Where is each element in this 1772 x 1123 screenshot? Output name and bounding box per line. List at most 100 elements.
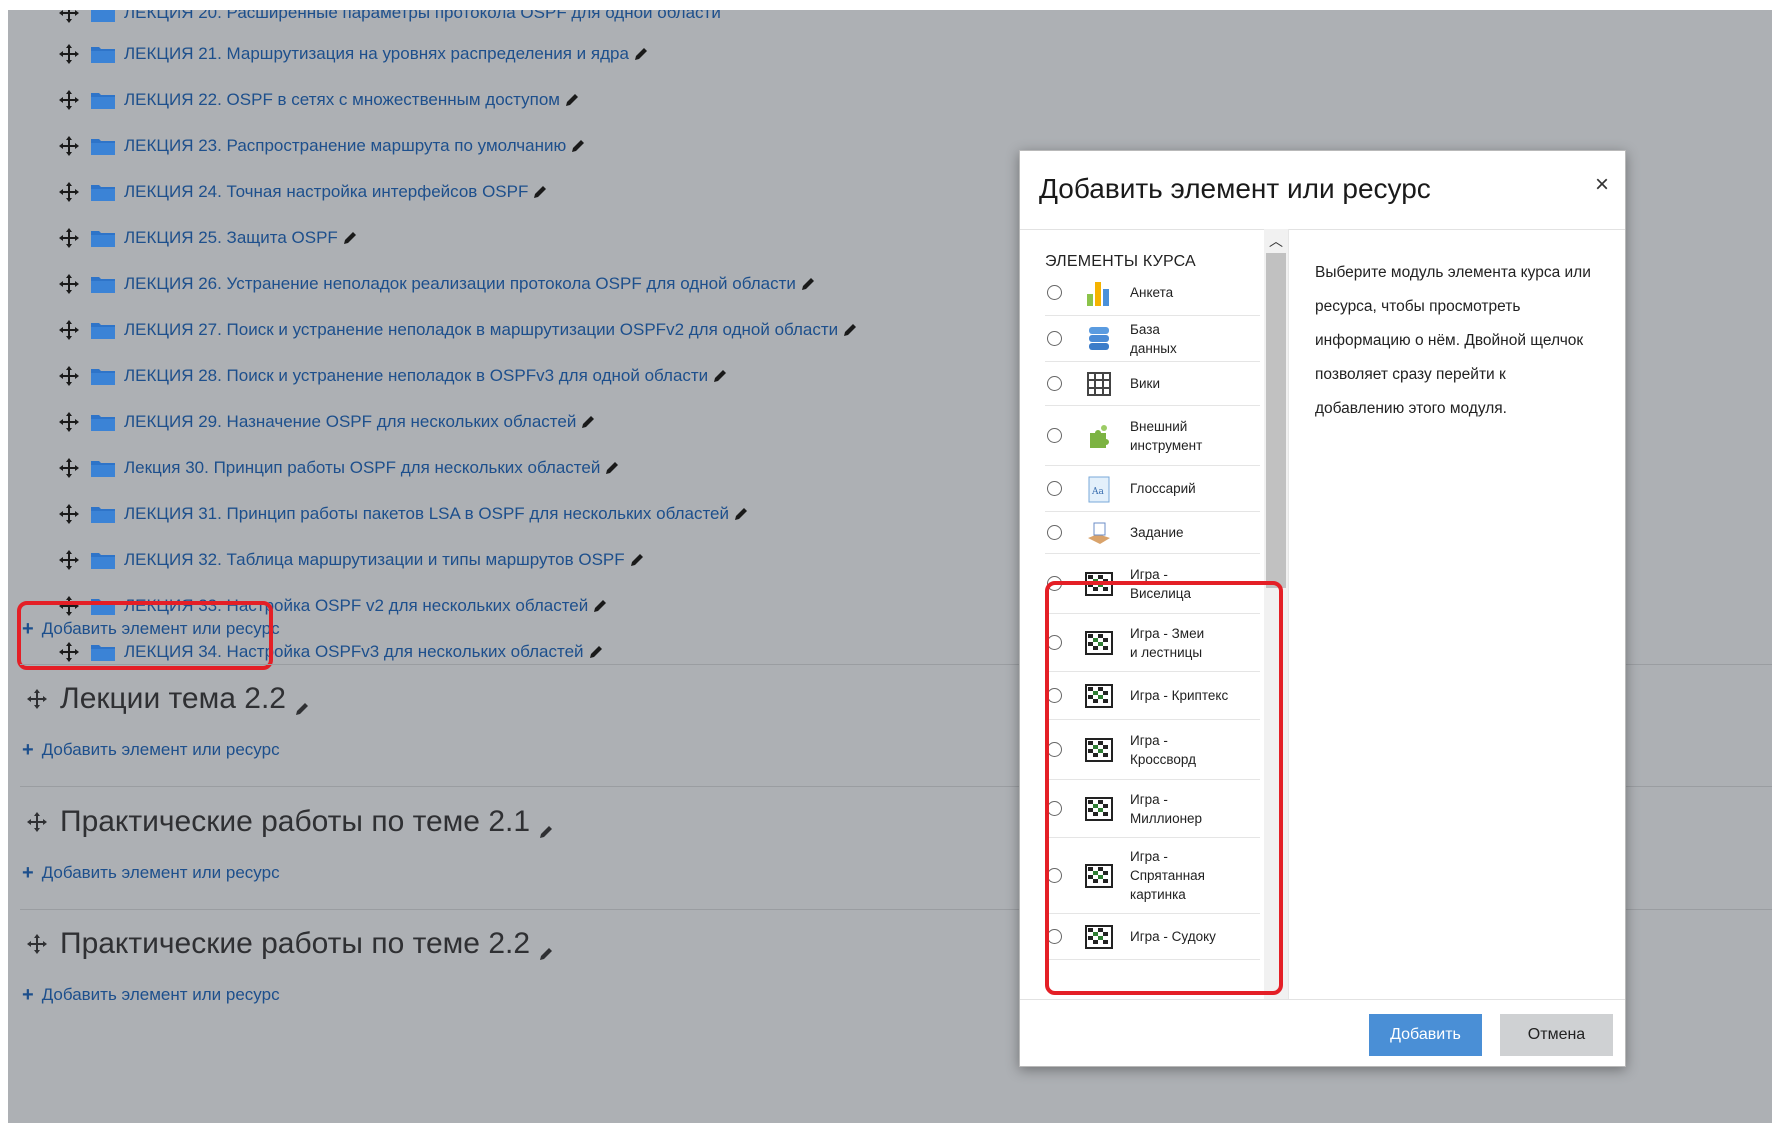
lecture-item[interactable]: ЛЕКЦИЯ 27. Поиск и устранение неполадок …	[58, 315, 858, 345]
section-name: Лекции тема 2.2	[60, 682, 286, 715]
option-label: Задание	[1130, 525, 1184, 540]
module-option[interactable]: Анкета	[1045, 270, 1260, 316]
lecture-link[interactable]: ЛЕКЦИЯ 24. Точная настройка интерфейсов …	[124, 182, 528, 202]
pencil-icon[interactable]	[580, 414, 596, 430]
pencil-icon[interactable]	[633, 46, 649, 62]
add-resource-label[interactable]: Добавить элемент или ресурс	[42, 863, 280, 883]
lecture-link[interactable]: ЛЕКЦИЯ 22. OSPF в сетях с множественным …	[124, 90, 560, 110]
lecture-item[interactable]: ЛЕКЦИЯ 21. Маршрутизация на уровнях расп…	[58, 39, 649, 69]
lecture-link[interactable]: ЛЕКЦИЯ 27. Поиск и устранение неполадок …	[124, 320, 838, 340]
pencil-icon[interactable]	[538, 814, 554, 838]
move-icon[interactable]	[58, 365, 80, 387]
add-resource-link[interactable]: + Добавить элемент или ресурс	[22, 860, 280, 886]
lecture-item[interactable]: ЛЕКЦИЯ 25. Защита OSPF	[58, 223, 358, 253]
module-option[interactable]: База данных	[1045, 316, 1260, 362]
lecture-item[interactable]: ЛЕКЦИЯ 28. Поиск и устранение неполадок …	[58, 361, 728, 391]
add-resource-label[interactable]: Добавить элемент или ресурс	[42, 985, 280, 1005]
pencil-icon[interactable]	[629, 552, 645, 568]
pencil-icon[interactable]	[564, 92, 580, 108]
lecture-link[interactable]: ЛЕКЦИЯ 21. Маршрутизация на уровнях расп…	[124, 44, 629, 64]
section-title: Практические работы по теме 2.1	[26, 802, 554, 842]
options-heading: ЭЛЕМЕНТЫ КУРСА	[1045, 253, 1196, 270]
folder-icon	[90, 274, 116, 294]
pencil-icon[interactable]	[592, 598, 608, 614]
pencil-icon[interactable]	[294, 691, 310, 715]
module-option[interactable]: Aa Глоссарий	[1045, 466, 1260, 512]
move-icon[interactable]	[58, 10, 80, 24]
move-icon[interactable]	[58, 411, 80, 433]
lecture-item[interactable]: ЛЕКЦИЯ 26. Устранение неполадок реализац…	[58, 269, 816, 299]
add-resource-link[interactable]: + Добавить элемент или ресурс	[22, 982, 280, 1008]
pencil-icon[interactable]	[842, 322, 858, 338]
scroll-up-icon[interactable]: ︿	[1264, 231, 1288, 251]
module-option[interactable]: Вики	[1045, 362, 1260, 406]
cancel-button[interactable]: Отмена	[1500, 1014, 1613, 1056]
module-option[interactable]: Внешний инструмент	[1045, 406, 1260, 466]
option-radio[interactable]	[1047, 376, 1062, 391]
lecture-link[interactable]: ЛЕКЦИЯ 31. Принцип работы пакетов LSA в …	[124, 504, 729, 524]
pencil-icon[interactable]	[538, 936, 554, 960]
option-radio[interactable]	[1047, 481, 1062, 496]
wiki-icon	[1082, 367, 1116, 401]
glossary-icon: Aa	[1082, 472, 1116, 506]
lecture-item[interactable]: ЛЕКЦИЯ 24. Точная настройка интерфейсов …	[58, 177, 548, 207]
pencil-icon[interactable]	[570, 138, 586, 154]
feedback-chart-icon	[1082, 276, 1116, 310]
folder-icon	[90, 90, 116, 110]
add-resource-label[interactable]: Добавить элемент или ресурс	[42, 740, 280, 760]
pencil-icon[interactable]	[532, 184, 548, 200]
scroll-thumb[interactable]	[1266, 253, 1286, 588]
option-radio[interactable]	[1047, 525, 1062, 540]
lecture-item[interactable]: ЛЕКЦИЯ 22. OSPF в сетях с множественным …	[58, 85, 580, 115]
move-icon[interactable]	[58, 549, 80, 571]
move-icon[interactable]	[26, 688, 48, 710]
module-option[interactable]: Задание	[1045, 512, 1260, 554]
pencil-icon[interactable]	[604, 460, 620, 476]
lecture-link[interactable]: Лекция 30. Принцип работы OSPF для неско…	[124, 458, 600, 478]
pencil-icon[interactable]	[712, 368, 728, 384]
move-icon[interactable]	[58, 503, 80, 525]
move-icon[interactable]	[58, 89, 80, 111]
section-title: Практические работы по теме 2.2	[26, 924, 554, 964]
lecture-item[interactable]: ЛЕКЦИЯ 23. Распространение маршрута по у…	[58, 131, 586, 161]
move-icon[interactable]	[58, 181, 80, 203]
lecture-link[interactable]: ЛЕКЦИЯ 23. Распространение маршрута по у…	[124, 136, 566, 156]
move-icon[interactable]	[26, 933, 48, 955]
move-icon[interactable]	[58, 273, 80, 295]
lecture-item[interactable]: ЛЕКЦИЯ 31. Принцип работы пакетов LSA в …	[58, 499, 749, 529]
move-icon[interactable]	[58, 135, 80, 157]
option-label: Внешний инструмент	[1130, 418, 1203, 453]
modal-footer: Добавить Отмена	[1020, 999, 1625, 1069]
option-radio[interactable]	[1047, 331, 1062, 346]
move-icon[interactable]	[58, 457, 80, 479]
lecture-link[interactable]: ЛЕКЦИЯ 29. Назначение OSPF для нескольки…	[124, 412, 576, 432]
option-label: Вики	[1130, 376, 1160, 391]
lecture-item[interactable]: ЛЕКЦИЯ 32. Таблица маршрутизации и типы …	[58, 545, 645, 575]
pencil-icon[interactable]	[800, 276, 816, 292]
folder-icon	[90, 550, 116, 570]
add-button[interactable]: Добавить	[1369, 1014, 1482, 1056]
folder-icon	[90, 44, 116, 64]
move-icon[interactable]	[58, 227, 80, 249]
lecture-link[interactable]: ЛЕКЦИЯ 26. Устранение неполадок реализац…	[124, 274, 796, 294]
add-resource-link[interactable]: + Добавить элемент или ресурс	[22, 737, 280, 763]
lecture-item[interactable]: ЛЕКЦИЯ 20. Расширенные параметры протоко…	[58, 10, 721, 28]
close-icon[interactable]: ×	[1595, 171, 1609, 199]
option-radio[interactable]	[1047, 428, 1062, 443]
move-icon[interactable]	[58, 319, 80, 341]
lecture-link[interactable]: ЛЕКЦИЯ 32. Таблица маршрутизации и типы …	[124, 550, 625, 570]
lecture-item[interactable]: Лекция 30. Принцип работы OSPF для неско…	[58, 453, 620, 483]
pencil-icon[interactable]	[342, 230, 358, 246]
assignment-icon	[1082, 516, 1116, 550]
move-icon[interactable]	[58, 43, 80, 65]
lecture-link[interactable]: ЛЕКЦИЯ 25. Защита OSPF	[124, 228, 338, 248]
section-name: Практические работы по теме 2.1	[60, 805, 531, 838]
pencil-icon[interactable]	[733, 506, 749, 522]
folder-icon	[90, 182, 116, 202]
lecture-link[interactable]: ЛЕКЦИЯ 28. Поиск и устранение неполадок …	[124, 366, 708, 386]
pencil-icon[interactable]	[588, 644, 604, 660]
lecture-link[interactable]: ЛЕКЦИЯ 20. Расширенные параметры протоко…	[124, 10, 721, 23]
lecture-item[interactable]: ЛЕКЦИЯ 29. Назначение OSPF для нескольки…	[58, 407, 596, 437]
move-icon[interactable]	[26, 811, 48, 833]
option-radio[interactable]	[1047, 285, 1062, 300]
